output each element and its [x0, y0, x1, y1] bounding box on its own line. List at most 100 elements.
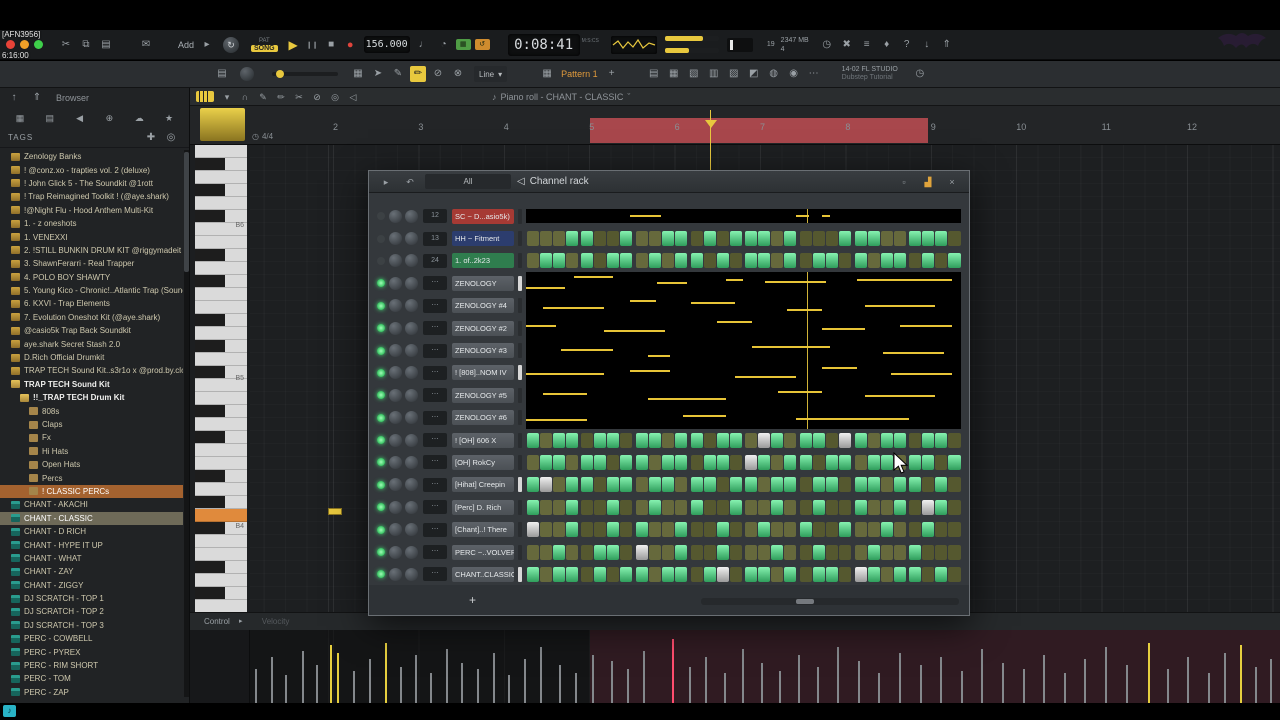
- step-cell[interactable]: [893, 253, 906, 269]
- step-cell[interactable]: [758, 454, 771, 470]
- rack-menu-arrow-icon[interactable]: ▸: [379, 175, 393, 189]
- step-cell[interactable]: [922, 522, 935, 538]
- browser-item[interactable]: TRAP TECH Sound Kit: [0, 378, 183, 391]
- step-cell[interactable]: [922, 454, 935, 470]
- step-cell[interactable]: [922, 432, 935, 448]
- step-cell[interactable]: [922, 566, 935, 582]
- velocity-stem[interactable]: [1239, 645, 1242, 703]
- browser-item[interactable]: 4. POLO BOY SHAWTY: [0, 271, 183, 284]
- step-cell[interactable]: [854, 566, 867, 582]
- channel-target-box[interactable]: ⋯: [423, 433, 447, 448]
- pan-knob[interactable]: [389, 523, 402, 537]
- browser-item[interactable]: 3. ShawnFerarri - Real Trapper: [0, 257, 183, 270]
- step-cell[interactable]: [948, 454, 961, 470]
- step-cell[interactable]: [758, 566, 771, 582]
- velocity-stem[interactable]: [919, 665, 922, 703]
- velocity-stem[interactable]: [857, 661, 860, 703]
- step-cell[interactable]: [745, 566, 758, 582]
- step-cell[interactable]: [948, 499, 961, 515]
- step-cell[interactable]: [661, 499, 675, 515]
- step-cell[interactable]: [758, 499, 771, 515]
- step-cell[interactable]: [526, 544, 539, 560]
- step-cell[interactable]: [909, 253, 922, 269]
- pan-knob[interactable]: [389, 433, 402, 447]
- paste-icon[interactable]: ▤: [98, 37, 114, 53]
- step-cell[interactable]: [935, 253, 948, 269]
- add-menu-arrow-icon[interactable]: ▸: [199, 37, 215, 53]
- velocity-stem[interactable]: [285, 675, 288, 703]
- step-cell[interactable]: [690, 566, 703, 582]
- window-controls[interactable]: [6, 40, 43, 49]
- volume-knob[interactable]: [405, 299, 418, 313]
- step-cell[interactable]: [784, 253, 797, 269]
- piano-key[interactable]: [195, 405, 247, 418]
- step-cell[interactable]: [594, 544, 607, 560]
- piano-key[interactable]: [195, 197, 247, 210]
- channel-button[interactable]: ZENOLOGY #4: [452, 298, 514, 314]
- step-cell[interactable]: [826, 566, 839, 582]
- step-cell[interactable]: [581, 454, 594, 470]
- channel-button[interactable]: [Perc] D. Rich: [452, 499, 514, 515]
- play-button[interactable]: ▶: [284, 36, 303, 54]
- step-cell[interactable]: [635, 499, 648, 515]
- step-cell[interactable]: [784, 522, 797, 538]
- volume-knob[interactable]: [405, 232, 418, 246]
- step-cell[interactable]: [539, 454, 552, 470]
- step-cell[interactable]: [620, 454, 633, 470]
- collapse-all-icon[interactable]: ↑: [6, 90, 22, 106]
- close-icon[interactable]: ×: [945, 175, 959, 189]
- step-cell[interactable]: [690, 522, 703, 538]
- piano-roll-minimap-corner[interactable]: [200, 108, 245, 141]
- step-cell[interactable]: [716, 231, 729, 247]
- piano-key[interactable]: [195, 470, 247, 483]
- velocity-stem[interactable]: [1166, 669, 1169, 703]
- step-cell[interactable]: [758, 253, 771, 269]
- step-cell[interactable]: [771, 566, 784, 582]
- step-cell[interactable]: [620, 544, 633, 560]
- browser-item[interactable]: @casio5k Trap Back Soundkit: [0, 324, 183, 337]
- piano-key[interactable]: [195, 301, 247, 314]
- step-cell[interactable]: [758, 522, 771, 538]
- step-cell[interactable]: [948, 522, 961, 538]
- shape-tool-dropdown[interactable]: Line ▾: [474, 66, 508, 82]
- song-label[interactable]: SONG: [251, 44, 278, 52]
- step-cell[interactable]: [812, 477, 826, 493]
- step-cell[interactable]: [880, 499, 893, 515]
- step-cell[interactable]: [552, 566, 565, 582]
- step-cell[interactable]: [839, 566, 852, 582]
- step-cell[interactable]: [661, 454, 675, 470]
- volume-knob[interactable]: [405, 523, 418, 537]
- channel-target-box[interactable]: 12: [423, 209, 447, 224]
- add-menu-button[interactable]: Add: [178, 40, 194, 50]
- step-cell[interactable]: [935, 522, 948, 538]
- step-cell[interactable]: [620, 566, 633, 582]
- step-cell[interactable]: [690, 454, 703, 470]
- step-cell[interactable]: [594, 566, 607, 582]
- browser-item[interactable]: CHANT - CLASSIC: [0, 511, 183, 525]
- piano-key[interactable]: [195, 340, 247, 353]
- step-cell[interactable]: [909, 499, 922, 515]
- step-cell[interactable]: [648, 231, 661, 247]
- volume-knob[interactable]: [405, 254, 418, 268]
- metronome-icon[interactable]: ♩: [416, 37, 432, 53]
- pan-knob[interactable]: [389, 209, 402, 223]
- velocity-stem[interactable]: [878, 673, 881, 703]
- add-channel-button[interactable]: +: [469, 593, 476, 607]
- velocity-stem[interactable]: [315, 665, 318, 703]
- step-cell[interactable]: [581, 499, 594, 515]
- channel-target-box[interactable]: 13: [423, 231, 447, 246]
- piano-roll-title[interactable]: ♪ Piano roll - CHANT - CLASSIC ˇ: [492, 92, 630, 102]
- step-cell[interactable]: [703, 231, 716, 247]
- pr-pencil-icon[interactable]: ✎: [256, 90, 270, 104]
- browser-item[interactable]: Fx: [0, 431, 183, 444]
- velocity-stem[interactable]: [301, 651, 304, 703]
- pause-button[interactable]: ❙❙: [303, 36, 322, 54]
- channel-target-box[interactable]: 24: [423, 253, 447, 268]
- browser-item[interactable]: ! CLASSIC PERCs: [0, 484, 183, 499]
- save-icon[interactable]: ↓: [919, 37, 935, 53]
- pattern-preview[interactable]: [526, 272, 961, 295]
- browser-item[interactable]: ! @conz.xo - trapties vol. 2 (deluxe): [0, 163, 183, 176]
- project-info-icon[interactable]: ◷: [912, 66, 928, 82]
- step-cell[interactable]: [812, 231, 826, 247]
- step-cell[interactable]: [620, 477, 633, 493]
